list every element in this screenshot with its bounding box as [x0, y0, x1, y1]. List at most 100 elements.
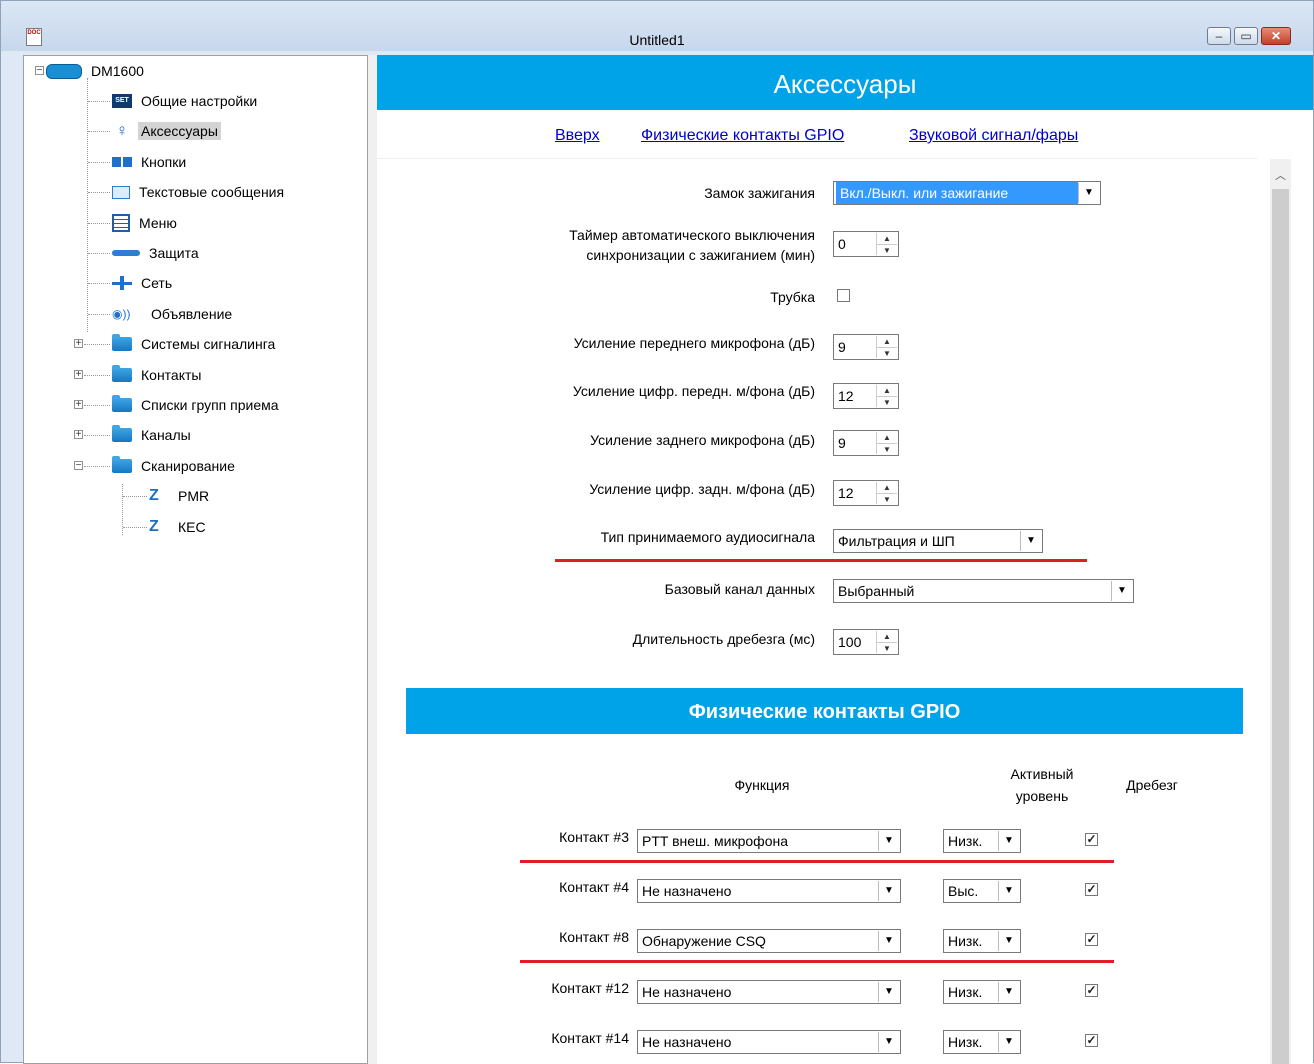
gpio-debounce-checkbox[interactable]: ✓ — [1085, 833, 1098, 846]
maximize-button[interactable]: ▭ — [1234, 27, 1258, 45]
link-gpio[interactable]: Физические контакты GPIO — [641, 127, 844, 145]
chevron-down-icon[interactable]: ▼ — [998, 982, 1019, 1002]
tree-item-label: Сканирование — [141, 458, 235, 474]
chevron-down-icon[interactable]: ▼ — [878, 881, 899, 901]
expand-icon[interactable]: + — [74, 430, 83, 440]
close-button[interactable]: ✕ — [1261, 27, 1291, 45]
app-window: DOC Untitled1 – ▭ ✕ − DM1600 SET Общие на… — [0, 0, 1314, 1064]
front-mic-gain-spinner[interactable]: 9 ▲ ▼ — [833, 334, 899, 360]
navigation-tree[interactable]: − DM1600 SET Общие настройки ♀ Аксессуары Кн… — [23, 55, 368, 1064]
tree-item[interactable]: SET Общие настройки — [112, 90, 260, 112]
digital-rear-mic-gain-spinner[interactable]: 12 ▲ ▼ — [833, 480, 899, 506]
spin-up-icon[interactable]: ▲ — [877, 631, 897, 642]
spin-up-icon[interactable]: ▲ — [877, 432, 897, 443]
base-data-channel-select[interactable]: Выбранный ▼ — [833, 579, 1134, 603]
spin-down-icon[interactable]: ▼ — [877, 396, 897, 408]
chevron-down-icon[interactable]: ▼ — [998, 831, 1019, 851]
spin-up-icon[interactable]: ▲ — [877, 482, 897, 493]
link-sound-lights[interactable]: Звуковой сигнал/фары — [909, 127, 1078, 145]
gpio-level-select[interactable]: Низк. ▼ — [943, 929, 1021, 953]
tree-item[interactable]: Текстовые сообщения — [112, 181, 287, 203]
auto-off-timer-spinner[interactable]: 0 ▲ ▼ — [833, 231, 899, 257]
vertical-scrollbar[interactable]: ︿ — [1270, 159, 1291, 1064]
gpio-debounce-checkbox[interactable]: ✓ — [1085, 883, 1098, 896]
spin-down-icon[interactable]: ▼ — [877, 244, 897, 256]
gpio-debounce-checkbox[interactable]: ✓ — [1085, 984, 1098, 997]
tree-item-label: Меню — [139, 215, 177, 231]
close-icon: ✕ — [1270, 29, 1282, 43]
gpio-level-select[interactable]: Низк. ▼ — [943, 829, 1021, 853]
tree-item[interactable]: Сканирование — [112, 455, 238, 477]
chevron-down-icon[interactable]: ▼ — [998, 881, 1019, 901]
title-bar[interactable]: DOC Untitled1 – ▭ ✕ — [1, 1, 1313, 51]
tree-item-label: Объявление — [151, 306, 233, 322]
tree-item[interactable]: Меню — [112, 212, 180, 234]
folder-icon — [112, 365, 132, 382]
gpio-function-select[interactable]: Обнаружение CSQ ▼ — [637, 929, 901, 953]
gpio-level-select[interactable]: Низк. ▼ — [943, 1030, 1021, 1054]
active-level-header-line2: уровень — [1015, 788, 1069, 804]
gpio-function-select[interactable]: Не назначено ▼ — [637, 980, 901, 1004]
spin-down-icon[interactable]: ▼ — [877, 642, 897, 654]
gpio-level-select[interactable]: Низк. ▼ — [943, 980, 1021, 1004]
tree-item[interactable]: Контакты — [112, 364, 204, 386]
scroll-thumb[interactable] — [1272, 189, 1289, 1064]
chevron-down-icon[interactable]: ▼ — [1020, 531, 1041, 551]
spin-down-icon[interactable]: ▼ — [877, 493, 897, 505]
gpio-function-select[interactable]: Не назначено ▼ — [637, 879, 901, 903]
gpio-debounce-checkbox[interactable]: ✓ — [1085, 1034, 1098, 1047]
gpio-function-value: Обнаружение CSQ — [642, 933, 766, 949]
spin-down-icon[interactable]: ▼ — [877, 443, 897, 455]
menu-icon — [112, 214, 130, 232]
spin-up-icon[interactable]: ▲ — [877, 336, 897, 347]
collapse-icon[interactable]: − — [74, 461, 83, 471]
spin-up-icon[interactable]: ▲ — [877, 233, 897, 244]
handset-checkbox[interactable] — [837, 289, 850, 302]
chevron-down-icon[interactable]: ▼ — [998, 1032, 1019, 1052]
minimize-button[interactable]: – — [1207, 27, 1231, 45]
chevron-down-icon[interactable]: ▼ — [1111, 581, 1132, 601]
expand-icon[interactable]: + — [74, 339, 83, 349]
auto-off-timer-label-line2: синхронизации с зажиганием (мин) — [586, 247, 815, 263]
gpio-function-select[interactable]: PTT внеш. микрофона ▼ — [637, 829, 901, 853]
gpio-level-select[interactable]: Выс. ▼ — [943, 879, 1021, 903]
chevron-down-icon[interactable]: ▼ — [878, 1032, 899, 1052]
ignition-lock-select[interactable]: Вкл./Выкл. или зажигание ▼ — [833, 181, 1101, 205]
tree-item[interactable]: ♀ Аксессуары — [112, 120, 221, 142]
tree-item[interactable]: Кнопки — [112, 151, 189, 173]
digital-front-mic-gain-spinner[interactable]: 12 ▲ ▼ — [833, 383, 899, 409]
spin-down-icon[interactable]: ▼ — [877, 347, 897, 359]
rear-mic-gain-label: Усиление заднего микрофона (дБ) — [590, 432, 815, 448]
chevron-down-icon[interactable]: ▼ — [878, 982, 899, 1002]
debounce-duration-spinner[interactable]: 100 ▲ ▼ — [833, 629, 899, 655]
gpio-function-select[interactable]: Не назначено ▼ — [637, 1030, 901, 1054]
tree-item[interactable]: Z КЕС — [149, 516, 209, 538]
tree-item[interactable]: Z PMR — [149, 485, 212, 507]
tree-item[interactable]: Системы сигналинга — [112, 333, 278, 355]
gpio-level-value: Низк. — [948, 984, 983, 1000]
rear-mic-gain-spinner[interactable]: 9 ▲ ▼ — [833, 430, 899, 456]
gpio-level-value: Выс. — [948, 883, 979, 899]
scroll-up-icon[interactable]: ︿ — [1270, 159, 1291, 189]
tree-item[interactable]: Защита — [112, 242, 202, 264]
rx-audio-type-select[interactable]: Фильтрация и ШП ▼ — [833, 529, 1043, 553]
tree-item[interactable]: ◉)) Объявление — [112, 303, 235, 325]
tree-item[interactable]: Сеть — [112, 272, 175, 294]
chevron-down-icon[interactable]: ▼ — [878, 931, 899, 951]
tree-item[interactable]: Каналы — [112, 424, 194, 446]
chevron-down-icon[interactable]: ▼ — [878, 831, 899, 851]
gpio-debounce-checkbox[interactable]: ✓ — [1085, 933, 1098, 946]
gpio-function-value: Не назначено — [642, 984, 732, 1000]
link-top[interactable]: Вверх — [555, 127, 600, 145]
expand-icon[interactable]: + — [74, 370, 83, 380]
handset-label: Трубка — [770, 289, 815, 305]
spin-up-icon[interactable]: ▲ — [877, 385, 897, 396]
highlight-underline — [555, 559, 1087, 562]
tree-item[interactable]: Списки групп приема — [112, 394, 282, 416]
splitter[interactable] — [368, 55, 377, 1064]
chevron-down-icon[interactable]: ▼ — [998, 931, 1019, 951]
collapse-root-icon[interactable]: − — [35, 66, 44, 76]
tree-root[interactable]: DM1600 — [46, 60, 147, 82]
chevron-down-icon[interactable]: ▼ — [1078, 183, 1099, 203]
expand-icon[interactable]: + — [74, 400, 83, 410]
